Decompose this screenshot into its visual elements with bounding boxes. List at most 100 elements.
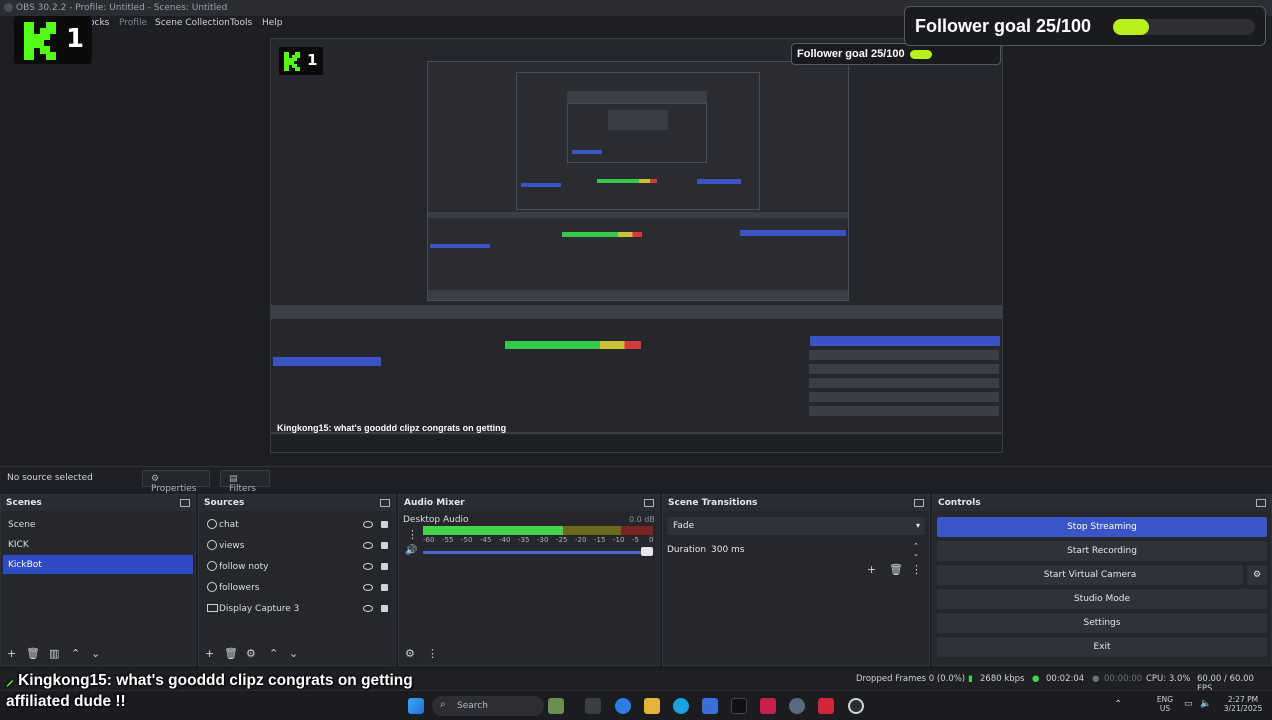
- tiktok-icon[interactable]: [731, 698, 747, 714]
- source-item[interactable]: follow noty: [201, 557, 395, 576]
- cpu-usage: CPU: 3.0%: [1146, 674, 1191, 684]
- volume-slider-handle[interactable]: [641, 547, 653, 556]
- studio-mode-button[interactable]: Studio Mode: [937, 589, 1267, 609]
- visibility-icon[interactable]: [363, 521, 373, 528]
- scene-filters-icon[interactable]: ▥: [49, 647, 59, 660]
- remove-scene-icon[interactable]: 🗑: [26, 647, 40, 660]
- nested-follower-goal: Follower goal 25/100: [791, 43, 1001, 65]
- task-view-icon[interactable]: [585, 698, 601, 714]
- scenes-dock: Scenes Scene KICK KickBot + 🗑 ▥ ⌃ ⌄: [0, 494, 196, 666]
- start-virtual-camera-button[interactable]: Start Virtual Camera: [937, 565, 1243, 585]
- popout-icon[interactable]: [644, 499, 654, 507]
- remove-source-icon[interactable]: 🗑: [224, 647, 238, 660]
- lock-icon[interactable]: [381, 521, 388, 528]
- source-item[interactable]: Display Capture 3: [201, 599, 395, 618]
- menu-profile[interactable]: Profile: [119, 18, 147, 28]
- scene-item[interactable]: Scene: [3, 515, 193, 534]
- menu-docks[interactable]: ocks: [89, 18, 109, 28]
- audio-mixer-header: Audio Mixer: [399, 495, 659, 511]
- clock[interactable]: 2:27 PM 3/21/2025: [1220, 695, 1266, 713]
- transition-select[interactable]: Fade ▾: [667, 517, 925, 535]
- source-item[interactable]: chat: [201, 515, 395, 534]
- move-up-icon[interactable]: ⌃: [269, 647, 278, 660]
- popout-icon[interactable]: [914, 499, 924, 507]
- stop-streaming-button[interactable]: Stop Streaming: [937, 517, 1267, 537]
- exit-button[interactable]: Exit: [937, 637, 1267, 657]
- lock-icon[interactable]: [381, 605, 388, 612]
- file-explorer-icon[interactable]: [644, 698, 660, 714]
- popout-icon[interactable]: [180, 499, 190, 507]
- audio-db-value: 0.0 dB: [629, 515, 655, 524]
- kick-number: 1: [66, 24, 85, 54]
- no-source-label: No source selected: [7, 473, 93, 483]
- edge-browser-icon[interactable]: [673, 698, 689, 714]
- browser-source-icon: [207, 540, 217, 550]
- remove-transition-icon[interactable]: 🗑: [889, 563, 903, 576]
- duration-input[interactable]: 300 ms ⌃ ⌄: [707, 541, 925, 559]
- network-icon[interactable]: ▭: [1184, 699, 1193, 709]
- stepper-icon[interactable]: ⌃ ⌄: [913, 542, 919, 558]
- tray-chevron-icon[interactable]: ⌃: [1114, 699, 1122, 710]
- menu-help[interactable]: Help: [262, 18, 283, 28]
- menu-scene-collection[interactable]: Scene Collection: [155, 18, 230, 28]
- popout-icon[interactable]: [380, 499, 390, 507]
- obs-logo-icon: [4, 3, 13, 12]
- volume-slider[interactable]: [423, 551, 647, 554]
- speaker-icon[interactable]: 🔊: [405, 545, 417, 556]
- browser-source-icon: [207, 582, 217, 592]
- popout-icon[interactable]: [1256, 499, 1266, 507]
- add-scene-icon[interactable]: +: [7, 647, 16, 660]
- copilot-icon[interactable]: [615, 698, 631, 714]
- visibility-icon[interactable]: [363, 605, 373, 612]
- start-recording-button[interactable]: Start Recording: [937, 541, 1267, 561]
- store-icon[interactable]: [702, 698, 718, 714]
- lock-icon[interactable]: [381, 584, 388, 591]
- chevron-down-icon: ▾: [915, 521, 920, 530]
- filters-button[interactable]: ▤ Filters: [220, 470, 270, 494]
- visibility-icon[interactable]: [363, 584, 373, 591]
- add-source-icon[interactable]: +: [205, 647, 214, 660]
- transition-menu-icon[interactable]: ⋮: [911, 563, 922, 576]
- language-indicator[interactable]: ENG US: [1154, 695, 1176, 713]
- bitrate-icon: ▮: [968, 674, 973, 684]
- move-down-icon[interactable]: ⌄: [91, 647, 100, 660]
- audio-meter: [423, 526, 653, 535]
- visibility-icon[interactable]: [363, 542, 373, 549]
- mixer-settings-icon[interactable]: ⚙: [405, 647, 415, 660]
- lock-icon[interactable]: [381, 563, 388, 570]
- scenes-header: Scenes: [1, 495, 195, 511]
- capcut-icon[interactable]: [760, 698, 776, 714]
- visibility-icon[interactable]: [363, 563, 373, 570]
- audio-menu-icon[interactable]: ⋮: [407, 528, 418, 541]
- volume-icon[interactable]: 🔈: [1200, 699, 1211, 709]
- stream-status-icon: ●: [1032, 674, 1040, 684]
- scene-item-selected[interactable]: KickBot: [3, 555, 193, 574]
- mixer-menu-icon[interactable]: ⋮: [427, 647, 438, 660]
- properties-button[interactable]: ⚙ Properties: [142, 470, 210, 494]
- app-icon[interactable]: [818, 698, 834, 714]
- obs-taskbar-icon[interactable]: [848, 698, 864, 714]
- taskbar-search[interactable]: ⌕ Search: [432, 696, 544, 716]
- source-item[interactable]: followers: [201, 578, 395, 597]
- virtual-camera-settings-gear-icon[interactable]: ⚙: [1247, 565, 1267, 585]
- stream-time: 00:02:04: [1046, 674, 1085, 684]
- widgets-icon[interactable]: [548, 698, 564, 714]
- sources-header: Sources: [199, 495, 395, 511]
- source-item[interactable]: views: [201, 536, 395, 555]
- add-transition-icon[interactable]: +: [867, 563, 876, 576]
- nested-capture-1: [427, 61, 849, 301]
- scene-item[interactable]: KICK: [3, 535, 193, 554]
- source-properties-icon[interactable]: ⚙: [246, 647, 256, 660]
- menu-tools[interactable]: Tools: [230, 18, 252, 28]
- windows-start-icon[interactable]: [408, 698, 424, 714]
- audio-mixer-dock: Audio Mixer Desktop Audio 0.0 dB ⋮ -60 -…: [398, 494, 660, 666]
- program-preview[interactable]: Follower goal 25/100 1 Kingkong15: what'…: [270, 38, 1003, 453]
- settings-gear-icon[interactable]: [789, 698, 805, 714]
- follower-goal-widget: Follower goal 25/100: [904, 6, 1266, 46]
- browser-source-icon: [207, 519, 217, 529]
- move-up-icon[interactable]: ⌃: [71, 647, 80, 660]
- kick-k-icon: [24, 22, 56, 60]
- move-down-icon[interactable]: ⌄: [289, 647, 298, 660]
- lock-icon[interactable]: [381, 542, 388, 549]
- settings-button[interactable]: Settings: [937, 613, 1267, 633]
